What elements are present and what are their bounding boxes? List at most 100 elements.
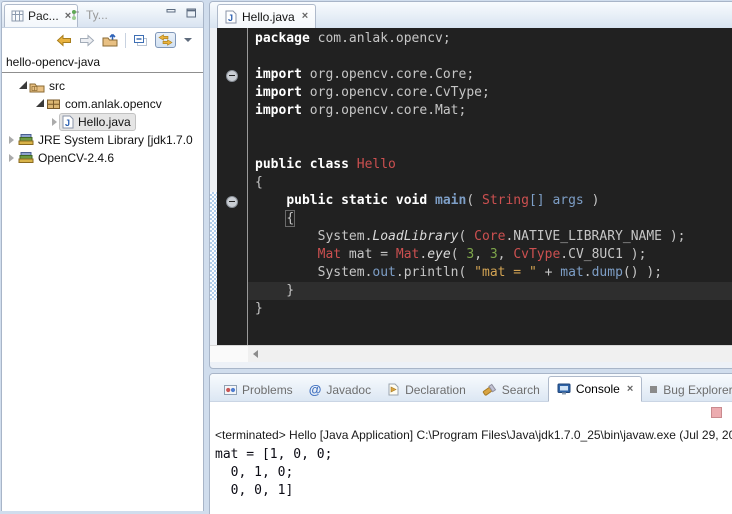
- code-token: public static void: [286, 193, 427, 208]
- code-token: CvType: [513, 247, 560, 262]
- project-header: hello-opencv-java: [2, 52, 203, 72]
- code-line[interactable]: import org.opencv.core.Mat;: [248, 102, 732, 120]
- code-line[interactable]: Mat mat = Mat.eye( 3, 3, CvType.CV_8UC1 …: [248, 246, 732, 264]
- code-token: out: [372, 265, 395, 280]
- java-file-icon: J: [225, 10, 237, 24]
- tree-item[interactable]: JHello.java: [2, 113, 203, 131]
- back-button[interactable]: [56, 34, 72, 47]
- left-tabbar: Pac... × Ty...: [2, 2, 203, 28]
- code-line[interactable]: package com.anlak.opencv;: [248, 30, 732, 48]
- type-hierarchy-icon: [70, 9, 82, 21]
- forward-button[interactable]: [79, 34, 95, 47]
- collapsed-arrow-icon[interactable]: [7, 154, 16, 162]
- tab-console[interactable]: Console×: [548, 376, 642, 402]
- scrollbar-track[interactable]: [248, 346, 732, 362]
- code-token: LoadLibrary: [372, 229, 458, 244]
- package-icon: [46, 98, 61, 110]
- code-token: mat =: [341, 247, 396, 262]
- code-token: String: [482, 193, 529, 208]
- code-token: .NATIVE_LIBRARY_NAME );: [505, 229, 685, 244]
- code-line[interactable]: System.LoadLibrary( Core.NATIVE_LIBRARY_…: [248, 228, 732, 246]
- search-icon: [482, 383, 497, 396]
- header-divider: [2, 72, 203, 73]
- left-panel-chrome: Pac... × Ty...: [1, 1, 204, 511]
- collapse-all-button[interactable]: [133, 34, 148, 47]
- code-line[interactable]: }: [248, 300, 732, 318]
- code-token: System.: [255, 265, 372, 280]
- code-line[interactable]: {: [248, 174, 732, 192]
- tree-item[interactable]: src: [2, 77, 203, 95]
- code-token: }: [255, 301, 263, 316]
- code-token: public class: [255, 157, 349, 172]
- code-line[interactable]: public class Hello: [248, 156, 732, 174]
- folding-gutter: [217, 28, 248, 345]
- close-icon[interactable]: ×: [302, 11, 308, 22]
- code-token: main: [435, 193, 466, 208]
- fold-collapse-icon[interactable]: [226, 70, 238, 82]
- library-icon: [18, 133, 34, 147]
- code-line[interactable]: public static void main( String[] args ): [248, 192, 732, 210]
- toolbar-separator: [125, 33, 126, 48]
- code-line[interactable]: import org.opencv.core.CvType;: [248, 84, 732, 102]
- tree-item-label: src: [49, 79, 65, 93]
- close-icon[interactable]: ×: [627, 384, 633, 395]
- code-line[interactable]: System.out.println( "mat = " + mat.dump(…: [248, 264, 732, 282]
- tab-declaration[interactable]: Declaration: [379, 378, 474, 401]
- package-explorer-icon: [11, 10, 24, 22]
- svg-text:J: J: [65, 118, 70, 128]
- tab-search[interactable]: Search: [474, 378, 548, 401]
- minimize-icon[interactable]: [166, 8, 177, 18]
- tab-hello-java[interactable]: J Hello.java ×: [217, 4, 316, 28]
- tab-javadoc[interactable]: @Javadoc: [301, 378, 379, 401]
- code-token: +: [537, 265, 560, 280]
- back-arrow-icon: [56, 34, 72, 47]
- java-file-icon: J: [62, 115, 74, 129]
- console-status-line: <terminated> Hello [Java Application] C:…: [215, 428, 732, 442]
- expanded-arrow-icon[interactable]: [18, 84, 27, 89]
- tab-type-hierarchy[interactable]: Ty...: [64, 4, 114, 26]
- code-line[interactable]: {: [248, 210, 732, 228]
- code-token: [255, 247, 318, 262]
- svg-text:J: J: [228, 13, 233, 23]
- selected-tree-label[interactable]: JHello.java: [59, 113, 136, 131]
- terminate-button[interactable]: [711, 407, 722, 418]
- horizontal-scrollbar[interactable]: [210, 345, 732, 362]
- tree-label-box[interactable]: JRE System Library [jdk1.7.0: [16, 133, 197, 147]
- tree-label-box[interactable]: src: [27, 79, 69, 93]
- tab-problems[interactable]: Problems: [216, 378, 301, 401]
- go-up-button[interactable]: [102, 33, 118, 47]
- expanded-arrow-icon[interactable]: [35, 102, 44, 107]
- code-line[interactable]: [248, 48, 732, 66]
- tree-label-box[interactable]: com.anlak.opencv: [44, 97, 166, 111]
- tree-label-box[interactable]: OpenCV-2.4.6: [16, 151, 118, 165]
- link-with-editor-icon: [158, 34, 173, 46]
- maximize-icon[interactable]: [186, 8, 197, 18]
- code-token: {: [286, 211, 294, 226]
- code-line[interactable]: [248, 138, 732, 156]
- tree-item[interactable]: JRE System Library [jdk1.7.0: [2, 131, 203, 149]
- current-code-line[interactable]: }: [248, 282, 732, 300]
- code-token: org.opencv.core.Mat;: [302, 103, 466, 118]
- tree-item[interactable]: com.anlak.opencv: [2, 95, 203, 113]
- code-token: (: [459, 229, 475, 244]
- bug-icon: [650, 386, 658, 394]
- code-token: import: [255, 103, 302, 118]
- tab-bug-explorer[interactable]: Bug Explorer: [642, 378, 732, 401]
- scroll-left-arrow-icon[interactable]: [253, 350, 258, 358]
- tab-label: Pac...: [28, 9, 59, 23]
- tree-item[interactable]: OpenCV-2.4.6: [2, 149, 203, 167]
- collapsed-arrow-icon[interactable]: [50, 118, 59, 126]
- fold-collapse-icon[interactable]: [226, 196, 238, 208]
- link-with-editor-button[interactable]: [155, 32, 176, 48]
- library-icon: [18, 151, 34, 165]
- tab-label: Hello.java: [242, 10, 295, 24]
- collapsed-arrow-icon[interactable]: [7, 136, 16, 144]
- forward-arrow-icon: [79, 34, 95, 47]
- code-line[interactable]: import org.opencv.core.Core;: [248, 66, 732, 84]
- code-area[interactable]: package com.anlak.opencv; import org.open…: [248, 28, 732, 345]
- explorer-toolbar: [2, 28, 203, 52]
- code-line[interactable]: [248, 120, 732, 138]
- view-menu-button[interactable]: [183, 37, 193, 43]
- code-token: .println(: [396, 265, 474, 280]
- console-output[interactable]: mat = [1, 0, 0; 0, 1, 0; 0, 0, 1]: [215, 446, 332, 500]
